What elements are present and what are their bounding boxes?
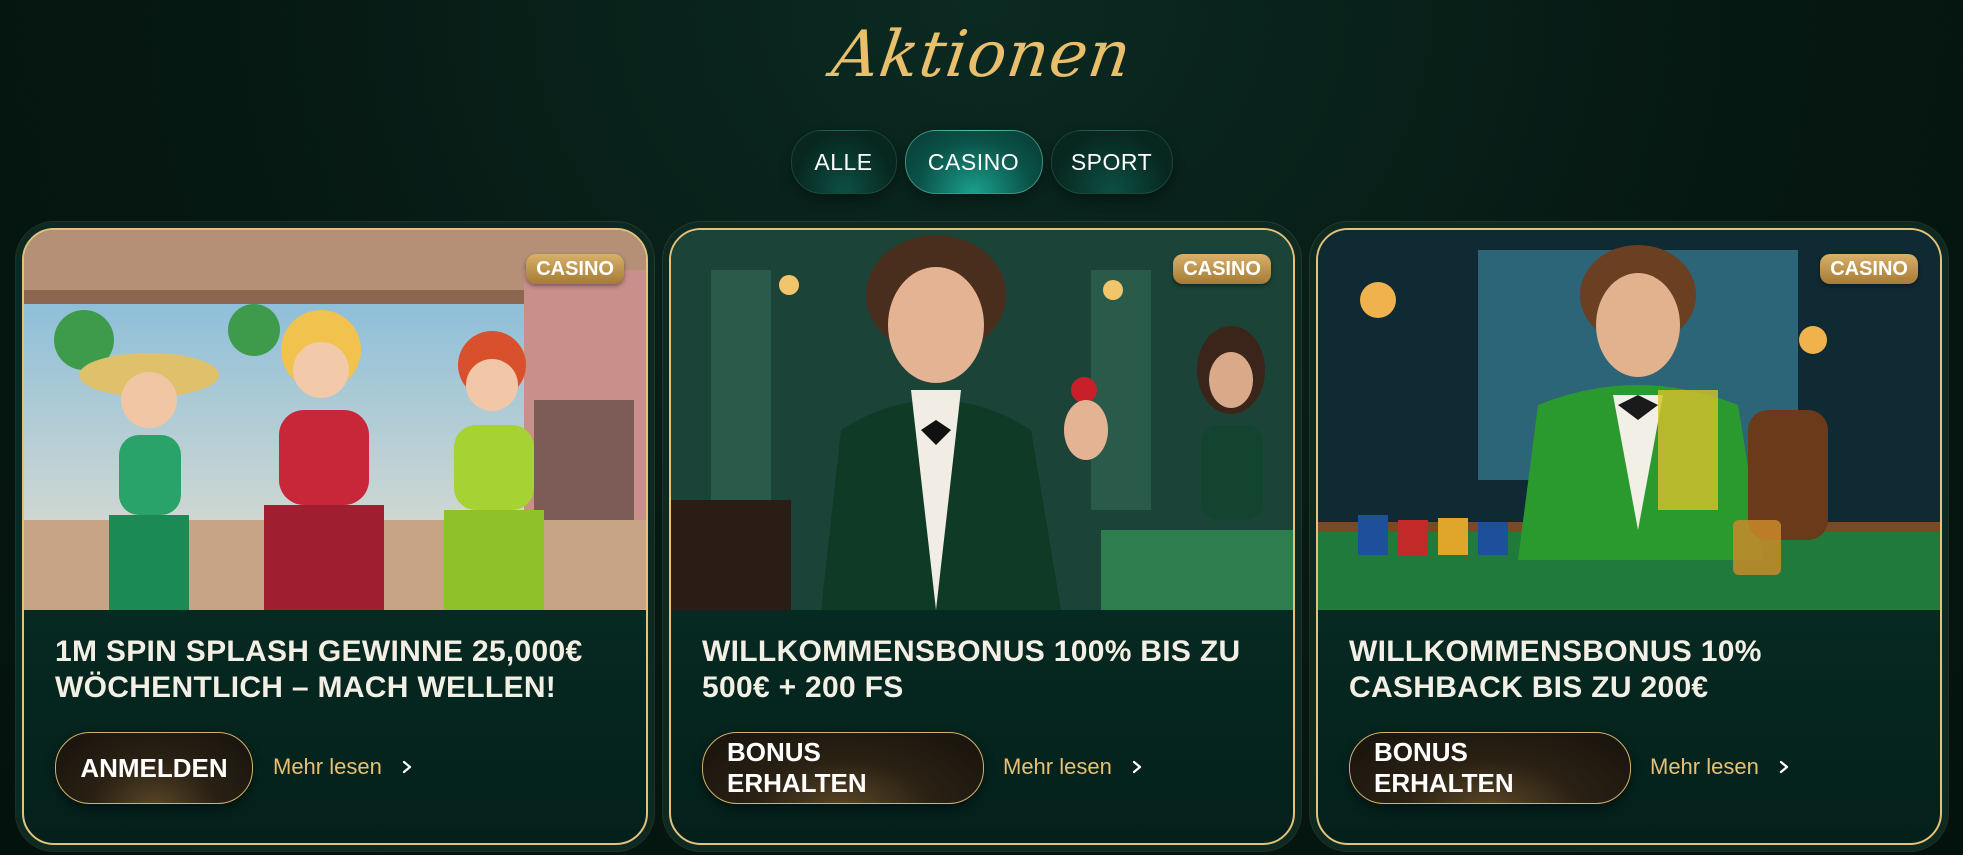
read-more-label: Mehr lesen	[1003, 754, 1112, 779]
tab-sport[interactable]: SPORT	[1050, 130, 1173, 194]
tab-casino[interactable]: CASINO	[904, 130, 1043, 194]
claim-bonus-button[interactable]: BONUS ERHALTEN	[1349, 732, 1631, 804]
promo-image	[1318, 230, 1940, 610]
chevron-right-icon	[1132, 760, 1141, 774]
category-badge: CASINO	[1173, 254, 1271, 284]
read-more-link[interactable]: Mehr lesen	[1650, 732, 1791, 802]
chevron-right-icon	[1779, 760, 1788, 774]
chevron-right-icon	[402, 760, 411, 774]
category-badge: CASINO	[526, 254, 624, 284]
promo-card: CASINO WILLKOMMENSBONUS 10% CASHBACK BIS…	[1316, 228, 1942, 845]
category-badge: CASINO	[1820, 254, 1918, 284]
promo-card: CASINO WILLKOMMENSBONUS 100% BIS ZU 500€…	[669, 228, 1295, 845]
read-more-link[interactable]: Mehr lesen	[1003, 732, 1144, 802]
promo-image	[671, 230, 1293, 610]
promo-title: WILLKOMMENSBONUS 100% BIS ZU 500€ + 200 …	[702, 635, 1241, 704]
promo-title: WILLKOMMENSBONUS 10% CASHBACK BIS ZU 200…	[1349, 635, 1762, 704]
read-more-link[interactable]: Mehr lesen	[273, 732, 414, 802]
promo-card: CASINO 1M SPIN SPLASH GEWINNE 25,000€ WÖ…	[22, 228, 648, 845]
filter-tabs: ALLE CASINO SPORT	[0, 130, 1963, 196]
read-more-label: Mehr lesen	[273, 754, 382, 779]
promotions-grid: CASINO 1M SPIN SPLASH GEWINNE 25,000€ WÖ…	[22, 228, 1942, 845]
claim-bonus-button[interactable]: BONUS ERHALTEN	[702, 732, 984, 804]
page-title: Aktionen	[827, 18, 1137, 92]
promo-title: 1M SPIN SPLASH GEWINNE 25,000€ WÖCHENTLI…	[55, 635, 583, 704]
tab-alle[interactable]: ALLE	[790, 130, 897, 194]
read-more-label: Mehr lesen	[1650, 754, 1759, 779]
promo-image	[24, 230, 646, 610]
signup-button[interactable]: ANMELDEN	[55, 732, 253, 804]
